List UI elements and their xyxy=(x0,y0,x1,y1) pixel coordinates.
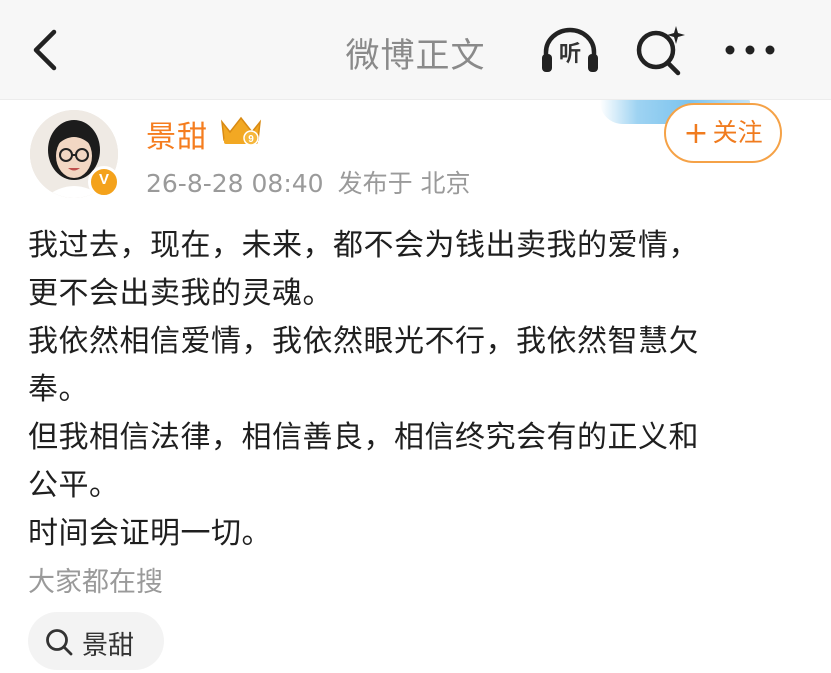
trending-search-label: 大家都在搜 xyxy=(28,567,163,598)
follow-button[interactable]: + 关注 xyxy=(664,103,782,163)
weibo-post-page: 微博正文 听 V 景甜 9 26-8-28 08:40 发布于 北京 + 关注 … xyxy=(0,0,831,673)
follow-label: 关注 xyxy=(712,118,763,147)
post-line: 我依然相信爱情，我依然眼光不行，我依然智慧欠 xyxy=(28,324,699,359)
search-suggestion-chip[interactable]: 景甜 xyxy=(28,612,164,670)
plus-icon: + xyxy=(683,116,709,151)
post-line: 公平。 xyxy=(28,468,120,503)
post-timestamp: 26-8-28 08:40 xyxy=(146,169,324,198)
post-line: 更不会出卖我的灵魂。 xyxy=(28,276,333,311)
verified-badge: V xyxy=(88,166,120,198)
post-line: 我过去，现在，未来，都不会为钱出卖我的爱情， xyxy=(28,228,699,263)
search-button[interactable] xyxy=(632,22,688,78)
post-line: 奉。 xyxy=(28,372,89,407)
search-icon xyxy=(46,629,73,656)
post-line: 时间会证明一切。 xyxy=(28,516,272,551)
more-dots-icon xyxy=(725,45,775,55)
post-location: 发布于 北京 xyxy=(337,169,471,198)
listen-button[interactable]: 听 xyxy=(538,24,602,76)
listen-label: 听 xyxy=(558,42,581,67)
author-name[interactable]: 景甜 xyxy=(146,112,208,156)
search-suggestion-label: 景甜 xyxy=(82,631,135,661)
more-options-button[interactable] xyxy=(720,32,780,68)
page-title: 微博正文 xyxy=(345,36,486,76)
post-line: 但我相信法律，相信善良，相信终究会有的正义和 xyxy=(28,420,699,455)
post-meta: 26-8-28 08:40 发布于 北京 xyxy=(146,164,471,200)
search-sparkle-icon xyxy=(636,26,685,76)
post-content: 我过去，现在，未来，都不会为钱出卖我的爱情， 更不会出卖我的灵魂。 我依然相信爱… xyxy=(28,222,798,558)
crown-vip-icon: 9 xyxy=(220,116,262,146)
svg-text:9: 9 xyxy=(248,134,254,145)
top-nav-bar: 微博正文 听 xyxy=(0,0,831,100)
